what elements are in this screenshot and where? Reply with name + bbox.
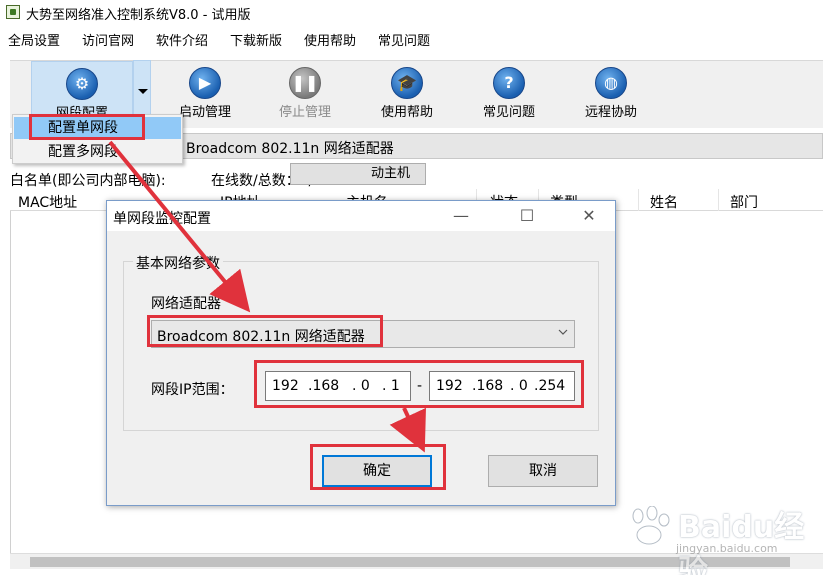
watermark-brand: Baidu经验 <box>678 510 805 575</box>
adapter-label: 网络适配器 <box>151 296 221 312</box>
window-titlebar: 大势至网络准入控制系统V8.0 - 试用版 <box>0 0 823 24</box>
whitelist-label: 白名单(即公司内部电脑): <box>10 173 166 189</box>
menu-bar: 全局设置 访问官网 软件介绍 下载新版 使用帮助 常见问题 <box>0 26 823 52</box>
watermark-url: jingyan.baidu.com <box>676 542 778 555</box>
maximize-icon[interactable]: ☐ <box>505 201 549 231</box>
adapter-bar-text: Broadcom 802.11n 网络适配器 <box>186 141 394 157</box>
ok-button[interactable]: 确定 <box>322 455 432 487</box>
question-icon: ? <box>493 67 525 99</box>
dialog-titlebar: 单网段监控配置 — ☐ ✕ <box>107 201 615 231</box>
menu-help[interactable]: 使用帮助 <box>304 30 356 49</box>
column-mac[interactable]: MAC地址 <box>12 192 77 211</box>
segment-config-dropdown-arrow[interactable] <box>133 60 151 122</box>
menu-download[interactable]: 下载新版 <box>230 30 282 49</box>
app-icon <box>6 5 20 19</box>
menu-item-multi-segment[interactable]: 配置多网段 <box>14 141 181 163</box>
menu-official-site[interactable]: 访问官网 <box>82 30 134 49</box>
menu-software-intro[interactable]: 软件介绍 <box>156 30 208 49</box>
paw-icon <box>632 506 670 545</box>
adapter-select[interactable]: Broadcom 802.11n 网络适配器 <box>151 320 575 348</box>
menu-faq[interactable]: 常见问题 <box>378 30 430 49</box>
menu-item-single-segment[interactable]: 配置单网段 <box>14 117 181 139</box>
menu-global-settings[interactable]: 全局设置 <box>8 30 60 49</box>
close-icon[interactable]: ✕ <box>567 201 611 231</box>
faq-button[interactable]: ? 常见问题 <box>464 61 554 123</box>
screenshot-root: 大势至网络准入控制系统V8.0 - 试用版 全局设置 访问官网 软件介绍 下载新… <box>0 0 823 575</box>
remote-assist-button[interactable]: ◍ 远程协助 <box>566 61 656 123</box>
group-title: 基本网络参数 <box>133 253 223 273</box>
cancel-button[interactable]: 取消 <box>488 455 598 487</box>
ip-range-label: 网段IP范围： <box>151 382 234 398</box>
gear-icon: ⚙ <box>66 68 98 100</box>
pause-icon: ❚❚ <box>289 67 321 99</box>
window-title: 大势至网络准入控制系统V8.0 - 试用版 <box>26 8 251 23</box>
stop-management-button[interactable]: ❚❚ 停止管理 <box>260 61 350 123</box>
partial-host-button[interactable]: 动主机 <box>290 163 426 185</box>
baidu-watermark: Baidu经验 jingyan.baidu.com <box>620 500 820 575</box>
dialog-title: 单网段监控配置 <box>113 211 211 227</box>
globe-icon: ◍ <box>595 67 627 99</box>
help-button[interactable]: 🎓 使用帮助 <box>362 61 452 123</box>
segment-config-menu: 配置单网段 配置多网段 <box>12 114 183 164</box>
single-segment-dialog: 单网段监控配置 — ☐ ✕ 基本网络参数 网络适配器 Broadcom 802.… <box>106 200 616 506</box>
column-department[interactable]: 部门 <box>724 192 758 211</box>
column-name[interactable]: 姓名 <box>644 192 678 211</box>
minimize-icon[interactable]: — <box>439 201 483 231</box>
ip-range-separator: - <box>417 378 423 394</box>
ip-end-input[interactable]: 192 .168 . 0 .254 <box>429 371 575 401</box>
ip-start-input[interactable]: 192 .168 . 0 . 1 <box>265 371 411 401</box>
play-icon: ▶ <box>189 67 221 99</box>
graduation-cap-icon: 🎓 <box>391 67 423 99</box>
adapter-select-value: Broadcom 802.11n 网络适配器 <box>157 329 365 345</box>
chevron-down-icon <box>558 329 568 335</box>
